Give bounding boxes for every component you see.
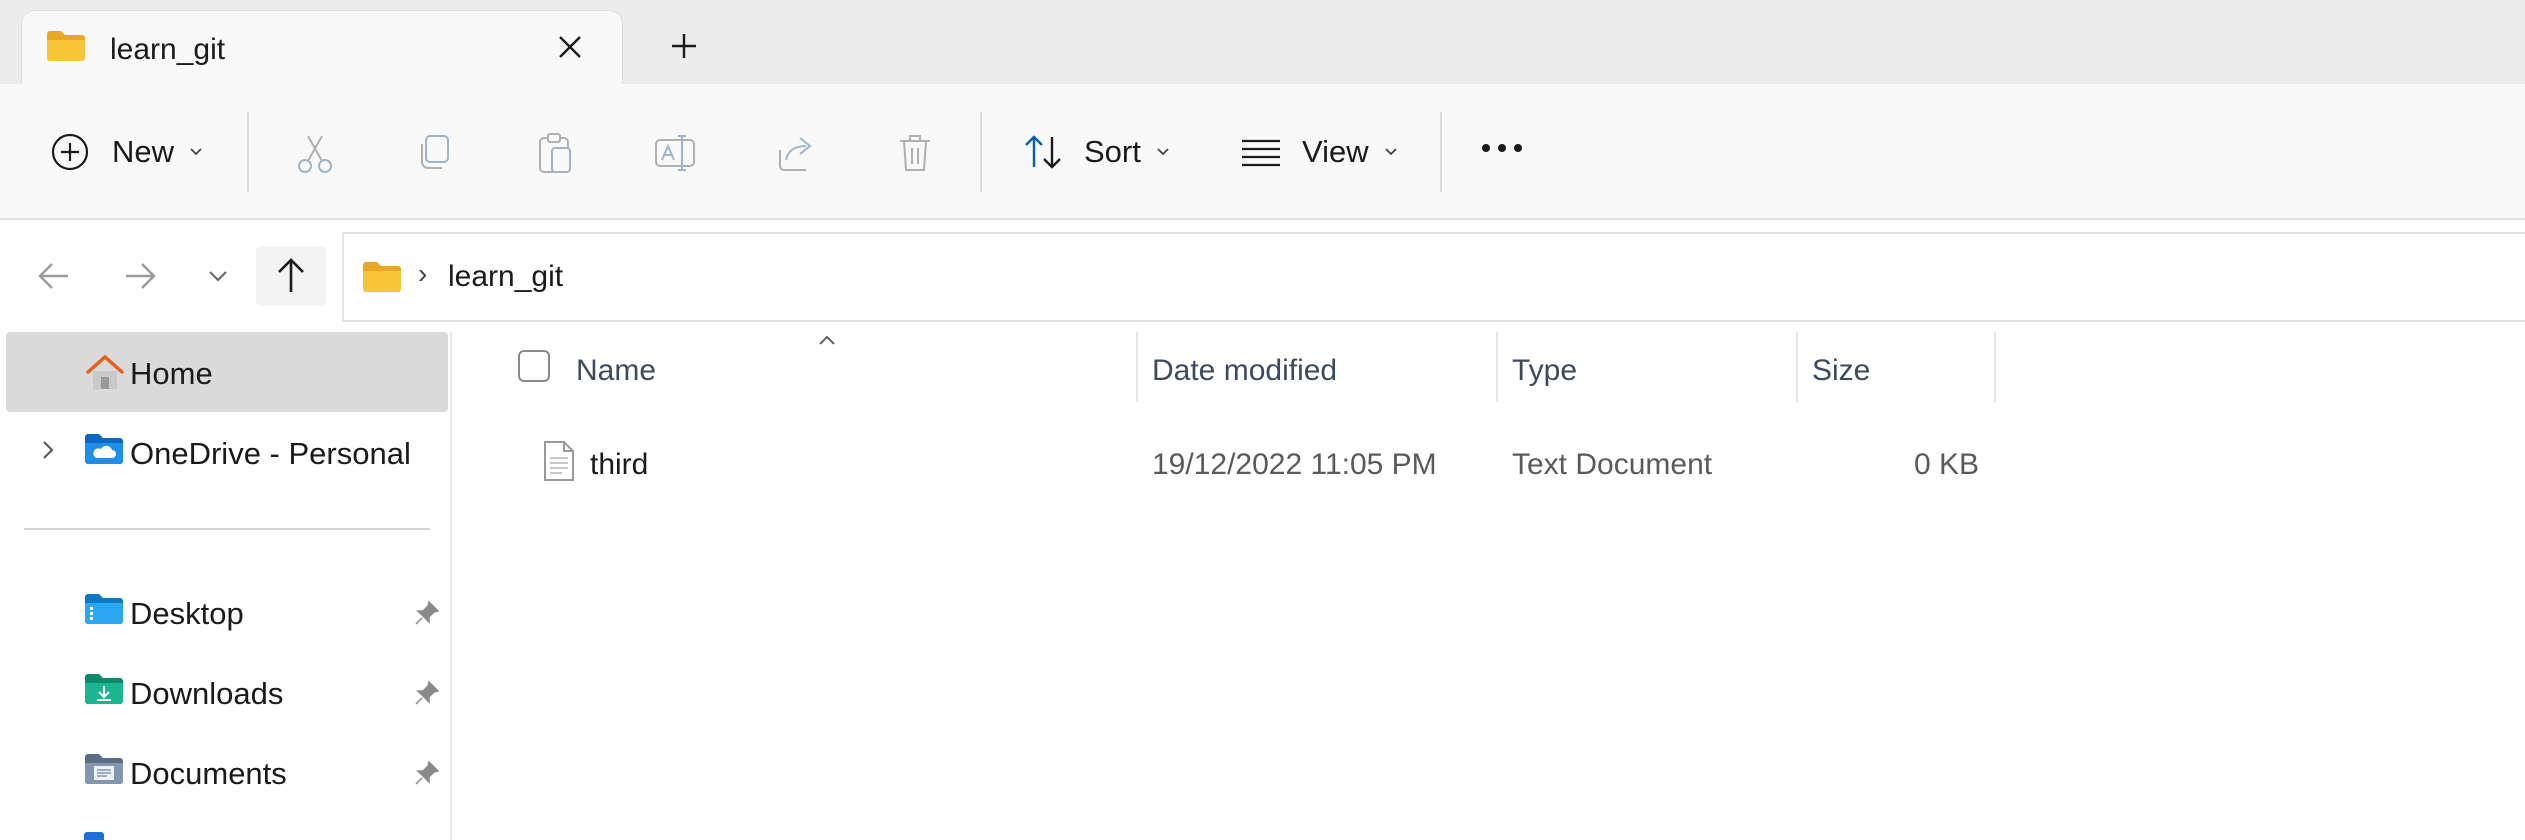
paste-icon[interactable] [532, 130, 578, 181]
close-icon[interactable] [552, 29, 588, 65]
rename-icon[interactable] [652, 130, 698, 181]
up-button[interactable] [256, 246, 326, 306]
sidebar-item-label: Downloads [130, 676, 284, 711]
view-button[interactable]: View [1240, 112, 1399, 192]
pin-icon[interactable] [414, 680, 440, 711]
column-divider[interactable] [1994, 332, 1996, 402]
sort-icon [1025, 135, 1061, 169]
column-divider[interactable] [1796, 332, 1798, 402]
chevron-right-icon[interactable] [36, 438, 60, 467]
more-icon[interactable] [1480, 140, 1524, 161]
onedrive-folder-icon [84, 432, 124, 471]
pin-icon[interactable] [414, 600, 440, 631]
column-header-size[interactable]: Size [1812, 354, 1870, 388]
plus-icon[interactable] [664, 26, 704, 66]
sidebar-item-label: OneDrive - Personal [130, 436, 411, 471]
back-arrow-icon[interactable] [30, 252, 78, 300]
add-circle-icon [51, 133, 89, 171]
sidebar-item-onedrive[interactable]: OneDrive - Personal [6, 412, 448, 492]
navigation-bar: › learn_git [0, 222, 2525, 332]
file-name: third [590, 448, 649, 481]
file-row[interactable]: third 19/12/2022 11:05 PM Text Document … [454, 422, 1994, 506]
sidebar-item-documents[interactable]: Documents [6, 732, 448, 812]
navigation-pane: Home OneDrive - Personal Desktop Downloa… [0, 332, 452, 840]
downloads-folder-icon [84, 672, 124, 711]
share-icon[interactable] [772, 130, 818, 181]
sidebar-divider [24, 528, 430, 530]
partially-visible-folder-icon [84, 832, 104, 840]
sidebar-item-label: Desktop [130, 596, 244, 631]
new-button[interactable]: New [50, 112, 204, 192]
documents-folder-icon [84, 752, 124, 791]
pin-icon[interactable] [414, 760, 440, 791]
folder-icon [362, 260, 402, 299]
file-size: 0 KB [1913, 448, 1979, 481]
column-header-type[interactable]: Type [1512, 354, 1577, 388]
sidebar-item-label: Documents [130, 756, 287, 791]
column-divider[interactable] [1496, 332, 1498, 402]
sidebar-item-desktop[interactable]: Desktop [6, 572, 448, 652]
new-label: New [112, 134, 175, 169]
up-arrow-icon [278, 258, 304, 292]
text-document-icon [542, 440, 576, 487]
toolbar-divider [1440, 112, 1442, 192]
chevron-down-icon [190, 148, 202, 156]
breadcrumb-separator-icon[interactable]: › [418, 258, 427, 290]
chevron-down-icon [1157, 148, 1169, 156]
forward-arrow-icon[interactable] [116, 252, 164, 300]
sort-label: Sort [1084, 134, 1141, 169]
sort-ascending-caret-icon [816, 334, 838, 353]
tab-learn-git[interactable]: learn_git [21, 10, 623, 85]
recent-locations-chevron-icon[interactable] [194, 252, 242, 300]
view-label: View [1302, 134, 1369, 169]
home-icon [84, 352, 126, 397]
command-bar: New Sort View [0, 84, 2525, 220]
toolbar-divider [247, 112, 249, 192]
column-divider[interactable] [1136, 332, 1138, 402]
tab-title: learn_git [110, 33, 226, 66]
column-header-name[interactable]: Name [576, 354, 656, 388]
toolbar-divider [980, 112, 982, 192]
copy-icon[interactable] [412, 130, 458, 181]
desktop-folder-icon [84, 592, 124, 631]
address-bar[interactable]: › learn_git [342, 232, 2525, 322]
file-type: Text Document [1512, 448, 1713, 481]
breadcrumb-learn-git[interactable]: learn_git [448, 260, 563, 294]
cut-icon[interactable] [292, 130, 338, 181]
view-list-icon [1242, 139, 1280, 167]
delete-icon[interactable] [892, 130, 938, 181]
sidebar-item-label: Home [130, 356, 213, 391]
sidebar-item-home[interactable]: Home [6, 332, 448, 412]
select-all-checkbox[interactable] [518, 350, 550, 382]
chevron-down-icon [1385, 148, 1397, 156]
file-date-modified: 19/12/2022 11:05 PM [1152, 448, 1437, 481]
tab-strip: learn_git [0, 0, 2525, 85]
file-list: Name Date modified Type Size third 19/12… [454, 332, 2525, 840]
folder-icon [46, 29, 86, 68]
sidebar-item-downloads[interactable]: Downloads [6, 652, 448, 732]
column-header-date-modified[interactable]: Date modified [1152, 354, 1337, 388]
sort-button[interactable]: Sort [1022, 112, 1171, 192]
